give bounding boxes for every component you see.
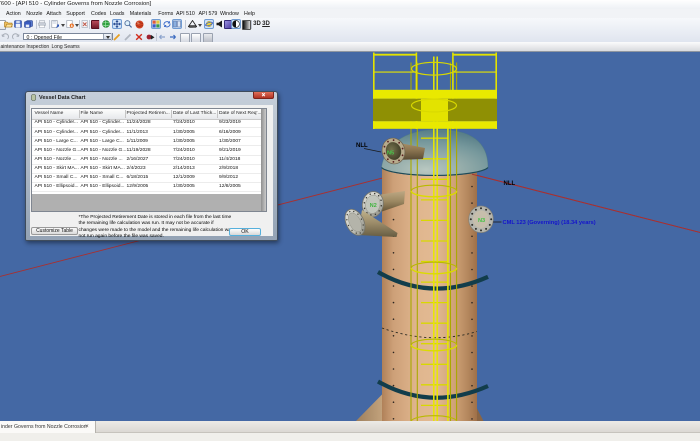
svg-text:N5: N5 [387,150,394,156]
svg-text:N3: N3 [478,218,485,224]
svg-text:N2: N2 [370,202,377,208]
svg-text:NLL: NLL [504,181,516,187]
svg-text:NLL: NLL [356,143,368,149]
svg-text:CML 123 (Governing) (18.34 yea: CML 123 (Governing) (18.34 years) [503,220,596,226]
